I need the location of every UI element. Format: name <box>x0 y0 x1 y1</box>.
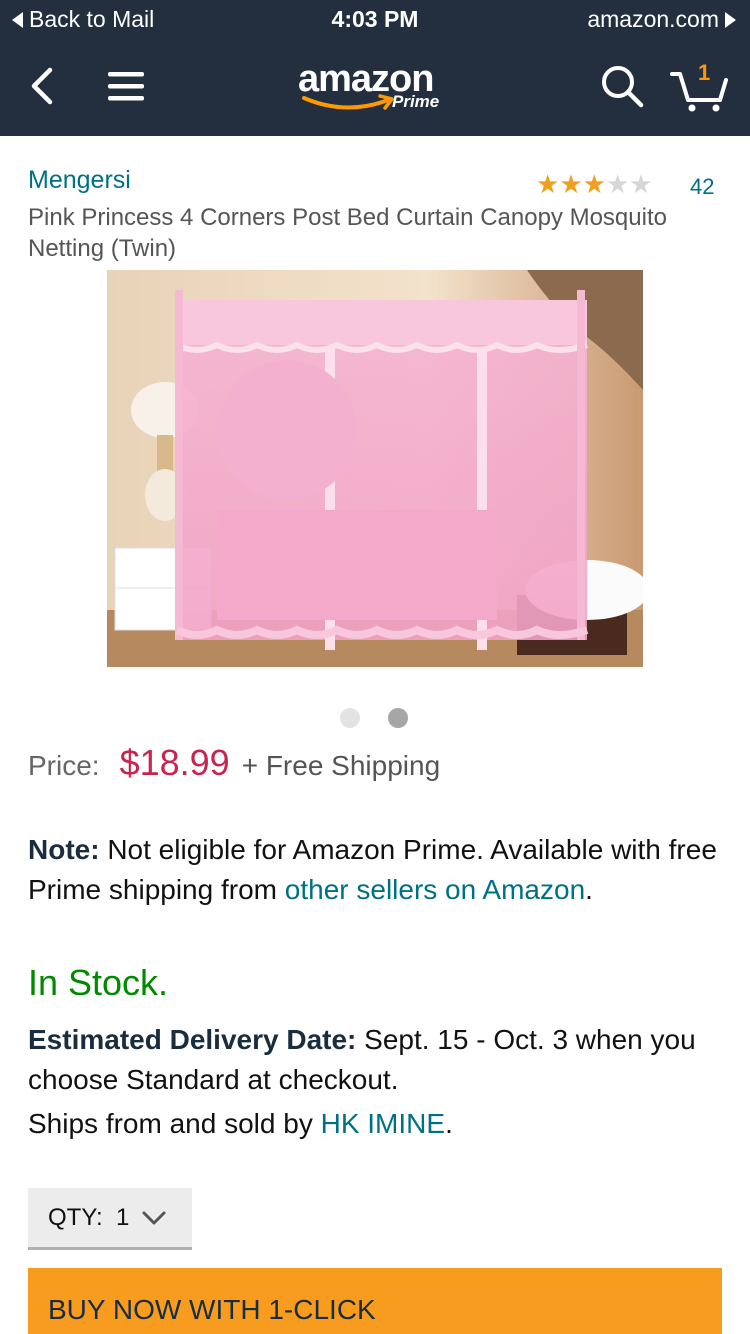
chevron-down-icon <box>142 1211 166 1224</box>
rating-count[interactable]: 42 <box>690 174 714 200</box>
product-image[interactable] <box>107 270 649 667</box>
stock-status: In Stock. <box>28 962 169 1003</box>
note-label: Note: <box>28 834 100 865</box>
price-row: Price: $18.99 + Free Shipping <box>28 742 440 784</box>
canopy-bed-illustration <box>107 270 649 667</box>
search-icon <box>602 66 644 108</box>
pager-dot-active[interactable] <box>388 708 408 728</box>
star-empty-icon: ★ <box>629 169 653 199</box>
back-button[interactable] <box>22 64 66 108</box>
star-empty-icon: ★ <box>605 169 630 199</box>
ships-text: Ships from and sold by <box>28 1108 321 1139</box>
price-value: $18.99 <box>119 742 230 783</box>
logo-prime: Prime <box>392 92 440 111</box>
other-sellers-link[interactable]: other sellers on Amazon <box>285 874 585 905</box>
star-filled-icon: ★ <box>559 169 583 199</box>
buy-now-label: BUY NOW WITH 1-CLICK <box>48 1294 376 1325</box>
menu-icon <box>108 72 144 101</box>
site-label: amazon.com <box>587 6 719 32</box>
qty-value: 1 <box>116 1203 130 1231</box>
ships-end: . <box>445 1108 453 1139</box>
delivery-label: Estimated Delivery Date: <box>28 1024 357 1055</box>
note-end: . <box>585 874 593 905</box>
seller-link[interactable]: HK IMINE <box>321 1108 445 1139</box>
prime-note: Note: Not eligible for Amazon Prime. Ava… <box>28 830 728 910</box>
brand-link[interactable]: Mengersi <box>28 166 131 195</box>
chevron-left-icon <box>31 67 53 105</box>
star-filled-icon: ★ <box>536 169 560 199</box>
cart-count: 1 <box>698 60 711 85</box>
pager-dot[interactable] <box>340 708 360 728</box>
smile-arrow-icon <box>302 94 394 110</box>
nav-bar: amazon Prime 1 <box>0 40 750 136</box>
image-pager[interactable] <box>340 708 408 728</box>
status-bar: Back to Mail 4:03 PM amazon.com <box>0 0 750 40</box>
rating-stars[interactable]: ★ ★ ★ ★ ★ <box>536 171 653 197</box>
product-title: Pink Princess 4 Corners Post Bed Curtain… <box>28 204 667 262</box>
qty-label: QTY: <box>48 1203 103 1231</box>
site-link[interactable]: amazon.com <box>587 6 736 33</box>
quantity-select[interactable]: QTY: 1 <box>28 1188 192 1250</box>
shipping-info: + Free Shipping <box>241 750 441 781</box>
menu-button[interactable] <box>104 64 148 108</box>
buy-now-button[interactable]: BUY NOW WITH 1-CLICK <box>28 1268 722 1334</box>
star-filled-icon: ★ <box>582 169 606 199</box>
seller-info: Ships from and sold by HK IMINE. <box>28 1108 453 1140</box>
delivery-info: Estimated Delivery Date: Sept. 15 - Oct.… <box>28 1020 728 1100</box>
forward-triangle-icon <box>725 11 736 28</box>
cart-button[interactable]: 1 <box>668 60 732 116</box>
search-button[interactable] <box>598 62 646 110</box>
price-label: Price: <box>28 750 100 781</box>
amazon-prime-logo[interactable]: amazon Prime <box>290 58 460 118</box>
